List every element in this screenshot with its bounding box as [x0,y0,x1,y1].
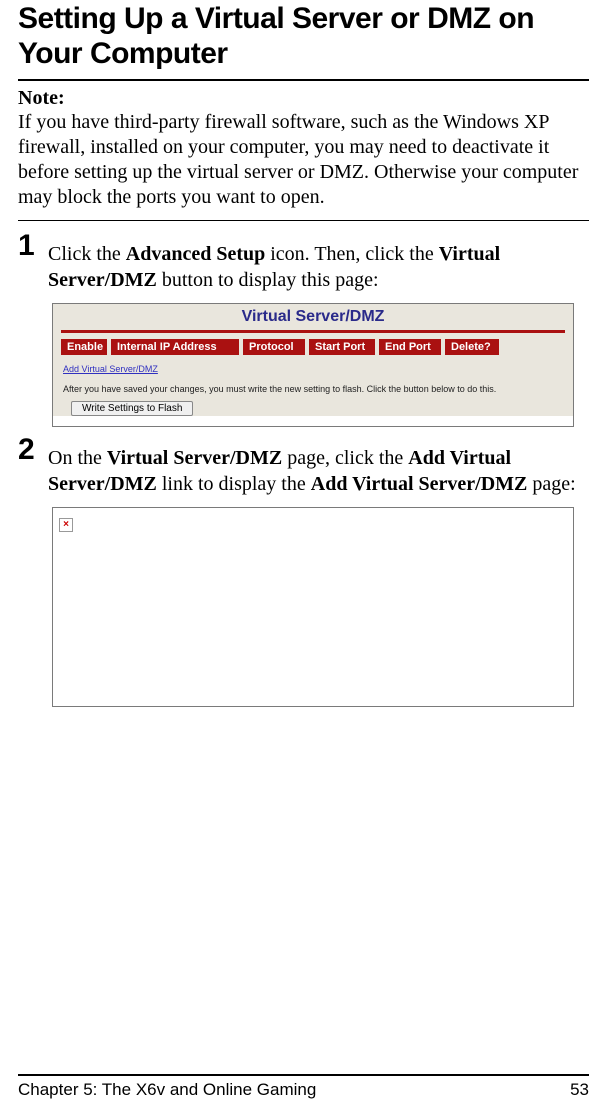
figure-2-panel: × [53,508,573,538]
figure-1-header-row: Enable Internal IP Address Protocol Star… [61,339,565,355]
col-end-port: End Port [379,339,441,355]
figure-1-title: Virtual Server/DMZ [53,304,573,330]
figure-add-virtual-server: × [52,507,574,707]
add-virtual-server-link[interactable]: Add Virtual Server/DMZ [63,364,158,374]
page-title: Setting Up a Virtual Server or DMZ on Yo… [18,0,589,71]
col-internal-ip: Internal IP Address [111,339,239,355]
step-2-text: On the Virtual Server/DMZ page, click th… [48,441,589,497]
steps-list: 1 Click the Advanced Setup icon. Then, c… [18,237,589,707]
footer-rule [18,1074,589,1076]
note-heading: Note: [18,87,65,109]
figure-1-panel: Virtual Server/DMZ Enable Internal IP Ad… [53,304,573,416]
col-delete: Delete? [445,339,499,355]
footer-row: Chapter 5: The X6v and Online Gaming 53 [18,1080,589,1100]
note-block: Note: If you have third-party firewall s… [18,87,589,210]
step-1: 1 Click the Advanced Setup icon. Then, c… [18,237,589,293]
step-number: 1 [18,229,35,263]
step-1-text: Click the Advanced Setup icon. Then, cli… [48,237,589,293]
figure-virtual-server-dmz: Virtual Server/DMZ Enable Internal IP Ad… [52,303,574,427]
note-rule [18,220,589,221]
col-start-port: Start Port [309,339,375,355]
step-number: 2 [18,433,35,467]
figure-1-button-wrap: Write Settings to Flash [71,398,573,416]
title-rule [18,79,589,81]
note-body: If you have third-party firewall softwar… [18,111,578,208]
footer-page-number: 53 [570,1080,589,1100]
page: Setting Up a Virtual Server or DMZ on Yo… [0,0,607,1118]
footer-chapter: Chapter 5: The X6v and Online Gaming [18,1080,316,1100]
figure-1-subtext: After you have saved your changes, you m… [63,384,563,394]
write-settings-button[interactable]: Write Settings to Flash [71,401,193,416]
col-protocol: Protocol [243,339,305,355]
page-footer: Chapter 5: The X6v and Online Gaming 53 [18,1074,589,1100]
col-enable: Enable [61,339,107,355]
broken-image-icon: × [59,518,73,532]
step-2: 2 On the Virtual Server/DMZ page, click … [18,441,589,497]
figure-1-divider [61,330,565,333]
